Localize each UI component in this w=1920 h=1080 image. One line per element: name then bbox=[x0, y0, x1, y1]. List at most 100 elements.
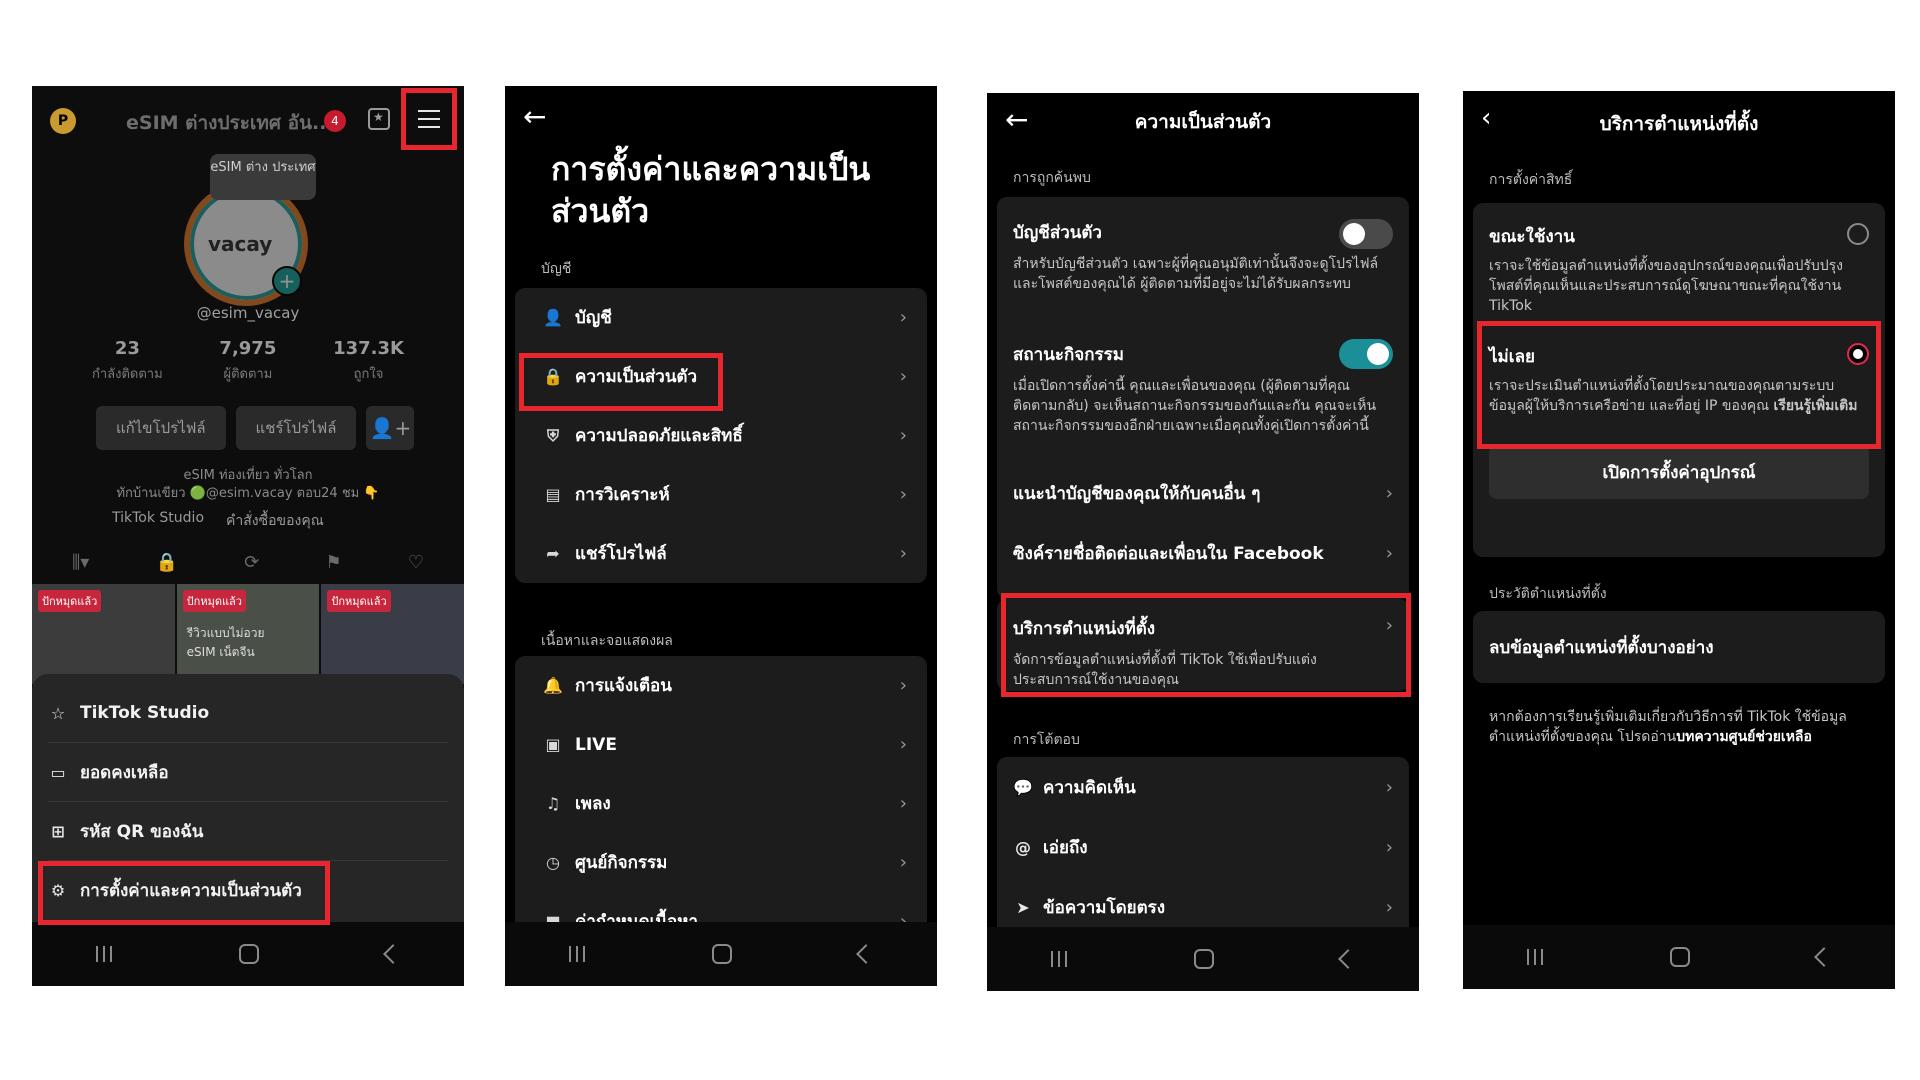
chevron-right-icon: › bbox=[899, 484, 907, 505]
repost-tab-icon[interactable]: ⟳ bbox=[244, 552, 259, 573]
grid-tab-icon[interactable]: ⫼▾ bbox=[72, 552, 89, 573]
learn-more-link[interactable]: เรียนรู้เพิ่มเติม bbox=[1774, 398, 1858, 414]
orders-link[interactable]: คำสั่งซื้อของคุณ bbox=[226, 510, 324, 532]
row-account[interactable]: 👤 บัญชี › bbox=[515, 288, 927, 347]
option-while-using[interactable]: ขณะใช้งาน เราจะใช้ข้อมูลตำแหน่งที่ตั้งขอ… bbox=[1473, 203, 1885, 321]
video-thumb[interactable]: ปักหมุดแล้ว bbox=[32, 584, 175, 684]
stat-followers[interactable]: 7,975 ผู้ติดตาม bbox=[219, 338, 276, 384]
chevron-right-icon: › bbox=[899, 852, 907, 873]
help-center-link[interactable]: บทความศูนย์ช่วยเหลือ bbox=[1676, 729, 1812, 745]
row-suggest-account[interactable]: แนะนำบัญชีของคุณให้กับคนอื่น ๆ › bbox=[997, 463, 1409, 523]
android-nav-bar bbox=[987, 927, 1419, 991]
tiktok-studio-link[interactable]: TikTok Studio bbox=[112, 510, 204, 532]
at-icon: @ bbox=[1015, 837, 1031, 857]
home-icon[interactable] bbox=[1669, 947, 1690, 967]
location-group: บริการตำแหน่งที่ตั้ง จัดการข้อมูลตำแหน่ง… bbox=[997, 599, 1409, 691]
video-thumb[interactable]: ปักหมุดแล้ว bbox=[321, 584, 464, 684]
row-sync-contacts[interactable]: ซิงค์รายชื่อติดต่อและเพื่อนใน Facebook › bbox=[997, 523, 1409, 583]
row-share-profile[interactable]: ➦ แชร์โปรไฟล์ › bbox=[515, 524, 927, 583]
wallet-icon: ▭ bbox=[50, 762, 66, 782]
vacay-logo: vacay bbox=[208, 232, 273, 256]
sheet-item-tiktok-studio[interactable]: ☆ TikTok Studio bbox=[48, 684, 448, 743]
chart-icon: ▤ bbox=[545, 485, 561, 504]
page-title: การตั้งค่าและความเป็นส่วนตัว bbox=[551, 150, 871, 230]
recents-icon[interactable] bbox=[568, 946, 585, 962]
row-security[interactable]: ⛨ ความปลอดภัยและสิทธิ์ › bbox=[515, 406, 927, 465]
row-mentions[interactable]: @ เอ่ยถึง › bbox=[997, 817, 1409, 877]
bottom-sheet-menu: ☆ TikTok Studio ▭ ยอดคงเหลือ ⊞ รหัส QR ของฉ… bbox=[32, 674, 464, 922]
row-analytics[interactable]: ▤ การวิเคราะห์ › bbox=[515, 465, 927, 524]
row-music[interactable]: ♫ เพลง › bbox=[515, 774, 927, 833]
section-discover: การถูกค้นพบ bbox=[1013, 170, 1091, 186]
chevron-right-icon: › bbox=[1385, 542, 1393, 564]
back-nav-icon[interactable] bbox=[1338, 949, 1359, 969]
thumb-caption: รีวิวแบบไม่อวย eSIM เน็ตจีน bbox=[186, 626, 265, 659]
section-content: เนื้อหาและจอแสดงผล bbox=[541, 633, 673, 649]
person-icon: 👤 bbox=[543, 308, 563, 327]
chevron-right-icon: › bbox=[1385, 482, 1393, 504]
home-icon[interactable] bbox=[1193, 949, 1214, 969]
row-privacy[interactable]: 🔒 ความเป็นส่วนตัว › bbox=[515, 347, 927, 406]
activity-status-toggle[interactable] bbox=[1339, 339, 1393, 369]
private-account-toggle[interactable] bbox=[1339, 219, 1393, 249]
comment-icon: 💬 bbox=[1013, 777, 1033, 797]
menu-icon[interactable] bbox=[418, 110, 440, 128]
account-group: 👤 บัญชี › 🔒 ความเป็นส่วนตัว › ⛨ ความปลอดภัยแล… bbox=[515, 288, 927, 583]
avatar[interactable]: vacay + bbox=[184, 182, 308, 306]
profile-tabs: ⫼▾ 🔒 ⟳ ⚑ ♡ bbox=[72, 552, 424, 573]
shield-icon: ⛨ bbox=[546, 425, 559, 445]
android-nav-bar bbox=[1463, 925, 1895, 989]
stat-following[interactable]: 23 กำลังติดตาม bbox=[92, 338, 163, 384]
section-permissions: การตั้งค่าสิทธิ์ bbox=[1489, 172, 1573, 188]
video-thumb[interactable]: ปักหมุดแล้ว รีวิวแบบไม่อวย eSIM เน็ตจีน bbox=[176, 584, 320, 684]
radio-never[interactable] bbox=[1847, 343, 1869, 365]
add-avatar-icon[interactable]: + bbox=[272, 266, 302, 296]
back-nav-icon[interactable] bbox=[856, 944, 877, 964]
edit-profile-button[interactable]: แก้ไขโปรไฟล์ bbox=[96, 406, 226, 450]
chevron-right-icon: › bbox=[899, 793, 907, 814]
liked-tab-icon[interactable]: ♡ bbox=[408, 552, 424, 573]
lock-tab-icon[interactable]: 🔒 bbox=[156, 552, 178, 573]
open-device-settings-button[interactable]: เปิดการตั้งค่าอุปกรณ์ bbox=[1489, 445, 1869, 499]
recents-icon[interactable] bbox=[95, 946, 112, 962]
sheet-item-qr-code[interactable]: ⊞ รหัส QR ของฉัน bbox=[48, 802, 448, 861]
chevron-right-icon: › bbox=[899, 425, 907, 446]
sheet-item-settings[interactable]: ⚙ การตั้งค่าและความเป็นส่วนตัว bbox=[48, 861, 448, 919]
profile-buttons: แก้ไขโปรไฟล์ แชร์โปรไฟล์ 👤+ bbox=[96, 406, 415, 450]
row-delete-location-data[interactable]: ลบข้อมูลตำแหน่งที่ตั้งบางอย่าง bbox=[1473, 611, 1885, 683]
chevron-right-icon: › bbox=[899, 366, 907, 387]
calendar-star-icon[interactable] bbox=[368, 108, 390, 130]
android-nav-bar bbox=[32, 922, 464, 986]
back-nav-icon[interactable] bbox=[383, 944, 404, 964]
home-icon[interactable] bbox=[711, 944, 732, 964]
sheet-item-balance[interactable]: ▭ ยอดคงเหลือ bbox=[48, 743, 448, 802]
chevron-right-icon: › bbox=[899, 543, 907, 564]
recents-icon[interactable] bbox=[1526, 949, 1543, 965]
profile-bubble: eSIM ต่าง ประเทศ bbox=[210, 154, 316, 200]
saved-tab-icon[interactable]: ⚑ bbox=[326, 552, 342, 573]
row-activity-center[interactable]: ◷ ศูนย์กิจกรรม › bbox=[515, 833, 927, 892]
clock-icon: ◷ bbox=[546, 853, 560, 872]
back-arrow-icon[interactable]: ← bbox=[523, 100, 546, 133]
stat-likes[interactable]: 137.3K ถูกใจ bbox=[333, 338, 404, 384]
row-comments[interactable]: 💬 ความคิดเห็น › bbox=[997, 757, 1409, 817]
recents-icon[interactable] bbox=[1050, 951, 1067, 967]
row-location-services[interactable]: บริการตำแหน่งที่ตั้ง จัดการข้อมูลตำแหน่ง… bbox=[997, 599, 1409, 690]
points-badge[interactable]: P bbox=[50, 108, 76, 134]
lock-icon: 🔒 bbox=[543, 367, 563, 386]
setting-private-account: บัญชีส่วนตัว สำหรับบัญชีส่วนตัว เฉพาะผู้… bbox=[997, 197, 1409, 325]
chevron-right-icon: › bbox=[1385, 836, 1393, 858]
section-account: บัญชี bbox=[541, 261, 572, 277]
page-title: ความเป็นส่วนตัว bbox=[1134, 111, 1272, 133]
home-icon[interactable] bbox=[238, 944, 259, 964]
radio-while-using[interactable] bbox=[1847, 223, 1869, 245]
row-notifications[interactable]: 🔔 การแจ้งเตือน › bbox=[515, 656, 927, 715]
share-profile-button[interactable]: แชร์โปรไฟล์ bbox=[235, 406, 357, 450]
live-tv-icon: ▣ bbox=[545, 735, 561, 754]
profile-stats: 23 กำลังติดตาม 7,975 ผู้ติดตาม 137.3K ถูกใจ bbox=[92, 338, 404, 384]
add-friend-icon[interactable]: 👤+ bbox=[366, 406, 415, 450]
row-live[interactable]: ▣ LIVE › bbox=[515, 715, 927, 774]
section-interactions: การโต้ตอบ bbox=[1013, 732, 1080, 748]
back-nav-icon[interactable] bbox=[1814, 947, 1835, 967]
option-never[interactable]: ไม่เลย เราจะประเมินตำแหน่งที่ตั้งโดยประม… bbox=[1473, 321, 1885, 445]
